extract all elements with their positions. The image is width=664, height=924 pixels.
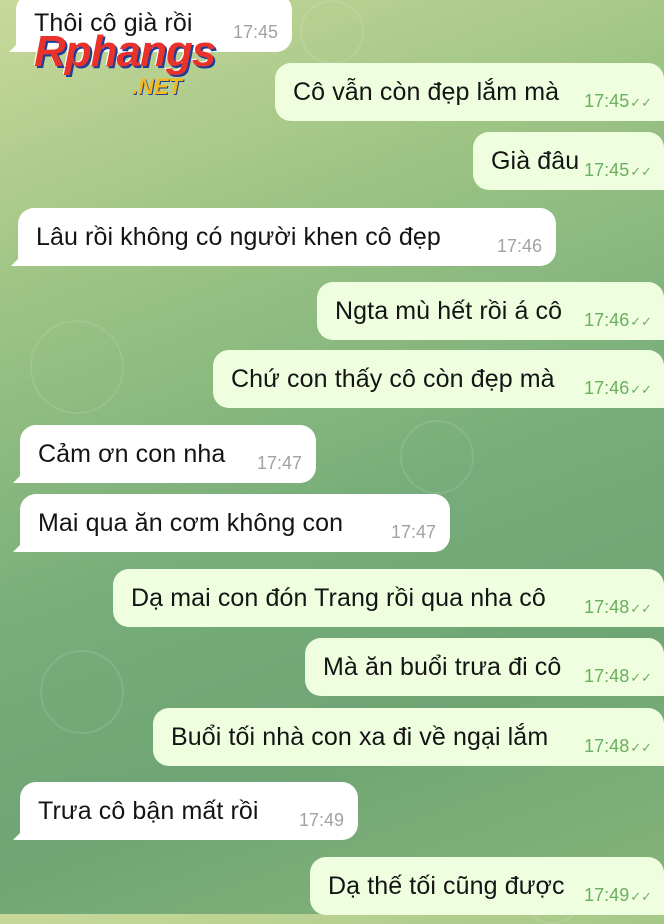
message-bubble-outgoing[interactable]: Dạ thế tối cũng được 17:49✓✓ <box>310 857 664 915</box>
message-time: 17:48✓✓ <box>584 597 652 617</box>
message-bubble-outgoing[interactable]: Dạ mai con đón Trang rồi qua nha cô 17:4… <box>113 569 664 627</box>
message-text: Mai qua ăn cơm không con <box>38 508 344 537</box>
message-time: 17:45✓✓ <box>584 160 652 180</box>
message-text: Cảm ơn con nha <box>38 439 226 468</box>
message-bubble-incoming[interactable]: Lâu rồi không có người khen cô đẹp 17:46 <box>11 208 556 266</box>
message-bubble-outgoing[interactable]: Già đâu 17:45✓✓ <box>473 132 664 190</box>
message-time: 17:48✓✓ <box>584 736 652 756</box>
double-check-icon: ✓✓ <box>630 889 652 904</box>
double-check-icon: ✓✓ <box>630 740 652 755</box>
double-check-icon: ✓✓ <box>630 164 652 179</box>
message-time: 17:46✓✓ <box>584 310 652 330</box>
message-time: 17:48✓✓ <box>584 666 652 686</box>
background-doodle <box>400 420 474 494</box>
message-time: 17:47 <box>390 522 436 542</box>
message-time: 17:46✓✓ <box>584 378 652 398</box>
message-bubble-outgoing[interactable]: Buổi tối nhà con xa đi về ngại lắm 17:48… <box>153 708 664 766</box>
watermark-logo: Rphangs .NET <box>34 27 216 100</box>
message-text: Dạ thế tối cũng được <box>328 871 565 900</box>
message-time: 17:49 <box>298 810 344 830</box>
message-text: Lâu rồi không có người khen cô đẹp <box>36 222 441 251</box>
message-text: Già đâu <box>491 146 580 175</box>
background-doodle <box>30 320 124 414</box>
double-check-icon: ✓✓ <box>630 382 652 397</box>
message-time: 17:45 <box>232 22 278 42</box>
watermark-logo-text: Rphangs <box>34 27 216 76</box>
message-text: Ngta mù hết rồi á cô <box>335 296 563 325</box>
message-bubble-outgoing[interactable]: Cô vẫn còn đẹp lắm mà 17:45✓✓ <box>275 63 664 121</box>
message-bubble-incoming[interactable]: Trưa cô bận mất rồi 17:49 <box>13 782 358 840</box>
message-bubble-incoming[interactable]: Mai qua ăn cơm không con 17:47 <box>13 494 450 552</box>
message-text: Mà ăn buổi trưa đi cô <box>323 652 562 681</box>
watermark-logo-suffix: .NET <box>132 74 183 99</box>
double-check-icon: ✓✓ <box>630 670 652 685</box>
message-text: Buổi tối nhà con xa đi về ngại lắm <box>171 722 549 751</box>
double-check-icon: ✓✓ <box>630 601 652 616</box>
message-bubble-incoming[interactable]: Cảm ơn con nha 17:47 <box>13 425 316 483</box>
double-check-icon: ✓✓ <box>630 314 652 329</box>
message-bubble-outgoing[interactable]: Mà ăn buổi trưa đi cô 17:48✓✓ <box>305 638 664 696</box>
message-bubble-outgoing[interactable]: Ngta mù hết rồi á cô 17:46✓✓ <box>317 282 664 340</box>
message-text: Chứ con thấy cô còn đẹp mà <box>231 364 555 393</box>
message-time: 17:46 <box>496 236 542 256</box>
message-time: 17:45✓✓ <box>584 91 652 111</box>
message-bubble-outgoing[interactable]: Chứ con thấy cô còn đẹp mà 17:46✓✓ <box>213 350 664 408</box>
background-doodle <box>40 650 124 734</box>
message-text: Cô vẫn còn đẹp lắm mà <box>293 77 560 106</box>
message-text: Dạ mai con đón Trang rồi qua nha cô <box>131 583 546 612</box>
background-doodle <box>300 0 364 64</box>
double-check-icon: ✓✓ <box>630 95 652 110</box>
message-time: 17:47 <box>256 453 302 473</box>
message-time: 17:49✓✓ <box>584 885 652 905</box>
message-text: Trưa cô bận mất rồi <box>38 796 259 825</box>
